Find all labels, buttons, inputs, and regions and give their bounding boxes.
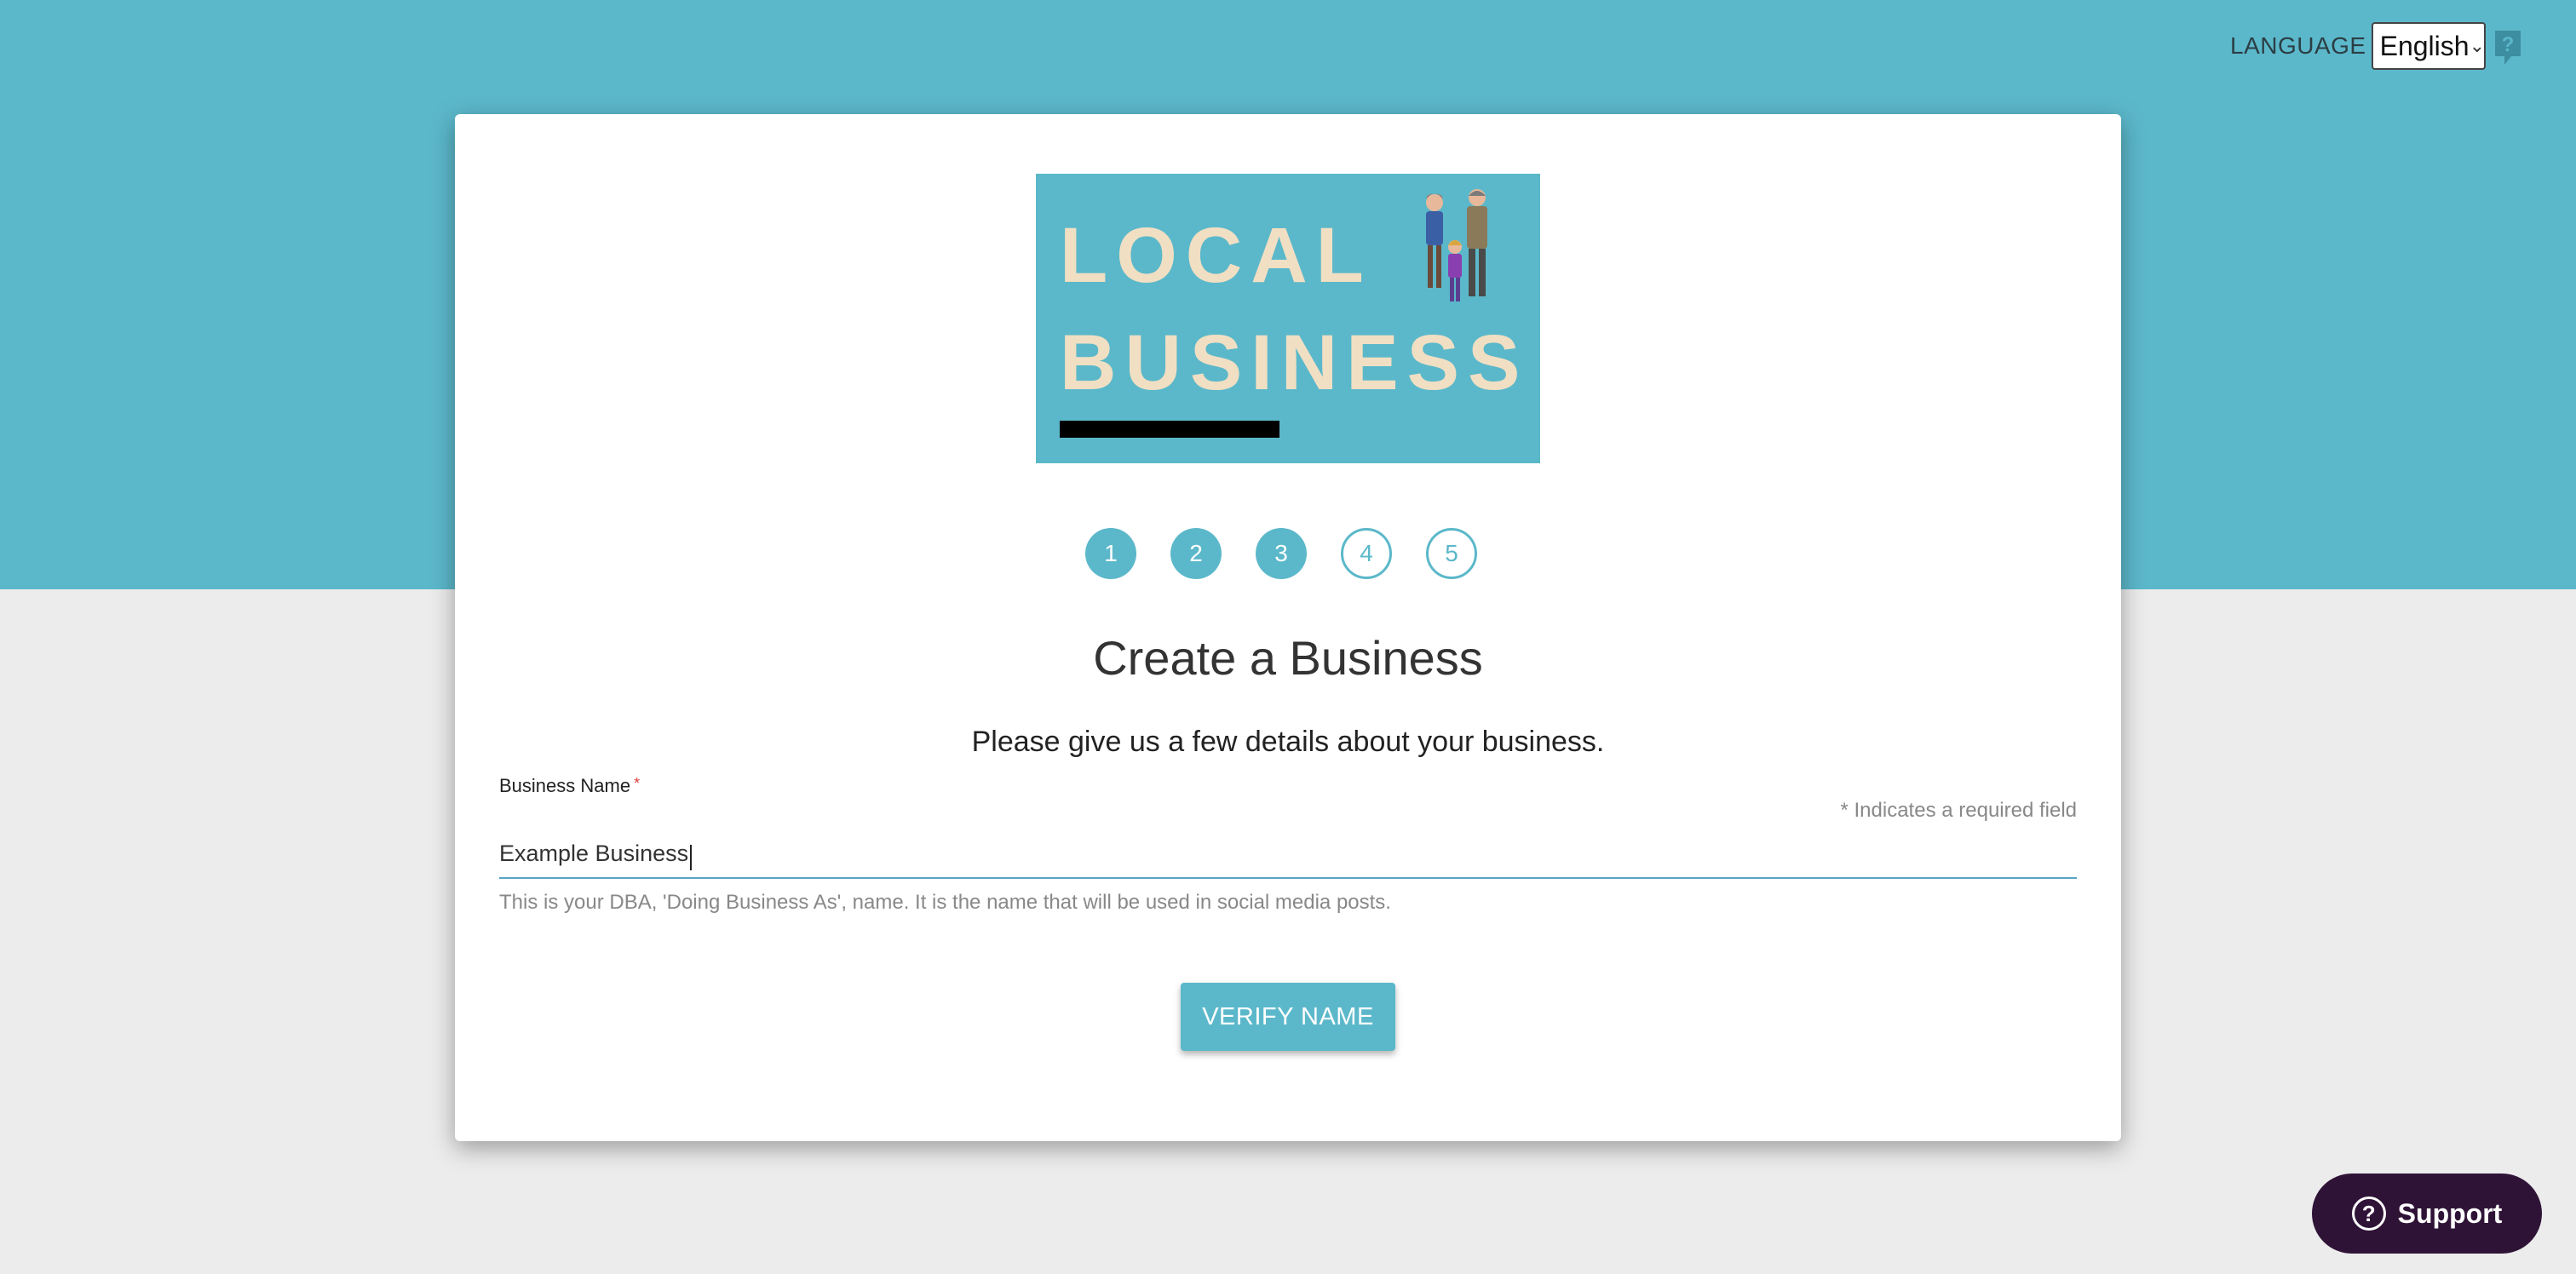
question-circle-icon: ? <box>2351 1197 2386 1231</box>
step-5: 5 <box>1426 528 1477 579</box>
language-dropdown[interactable]: English ⌄ <box>2371 22 2486 70</box>
business-name-hint: This is your DBA, 'Doing Business As', n… <box>499 891 1391 914</box>
business-name-label: Business Name * <box>499 775 640 797</box>
required-field-note: * Indicates a required field <box>1840 799 2078 822</box>
business-name-value: Example Business <box>499 841 689 866</box>
step-4: 4 <box>1341 528 1392 579</box>
page-subtitle: Please give us a few details about your … <box>971 726 1605 758</box>
business-name-label-text: Business Name <box>499 775 631 796</box>
step-2: 2 <box>1170 528 1222 579</box>
language-selector: LANGUAGE English ⌄ <box>2230 22 2486 70</box>
logo-line-1: LOCAL <box>1060 212 1372 299</box>
verify-name-button[interactable]: VERIFY NAME <box>1181 983 1395 1051</box>
language-label: LANGUAGE <box>2230 32 2366 59</box>
support-button[interactable]: ? Support <box>2312 1174 2542 1254</box>
svg-text:?: ? <box>2502 33 2515 56</box>
support-label: Support <box>2397 1197 2503 1229</box>
family-illustration-icon <box>1426 189 1487 301</box>
language-selected-value: English <box>2379 30 2470 61</box>
required-asterisk: * <box>634 775 641 792</box>
chevron-down-icon: ⌄ <box>2469 35 2485 56</box>
local-business-logo: LOCAL BUSINESS <box>1036 174 1540 463</box>
step-1: 1 <box>1085 528 1136 579</box>
logo-underline <box>1060 421 1279 438</box>
create-business-card: LOCAL BUSINESS 1 2 3 4 5 Create a Busine… <box>455 114 2121 1141</box>
text-caret <box>690 844 693 870</box>
question-bubble-icon[interactable]: ? <box>2493 29 2523 66</box>
business-name-input[interactable]: Example Business <box>499 835 2077 879</box>
logo-line-2: BUSINESS <box>1060 319 1529 406</box>
step-3: 3 <box>1256 528 1307 579</box>
progress-steps: 1 2 3 4 5 <box>1085 528 1491 579</box>
page-title: Create a Business <box>1093 631 1483 685</box>
